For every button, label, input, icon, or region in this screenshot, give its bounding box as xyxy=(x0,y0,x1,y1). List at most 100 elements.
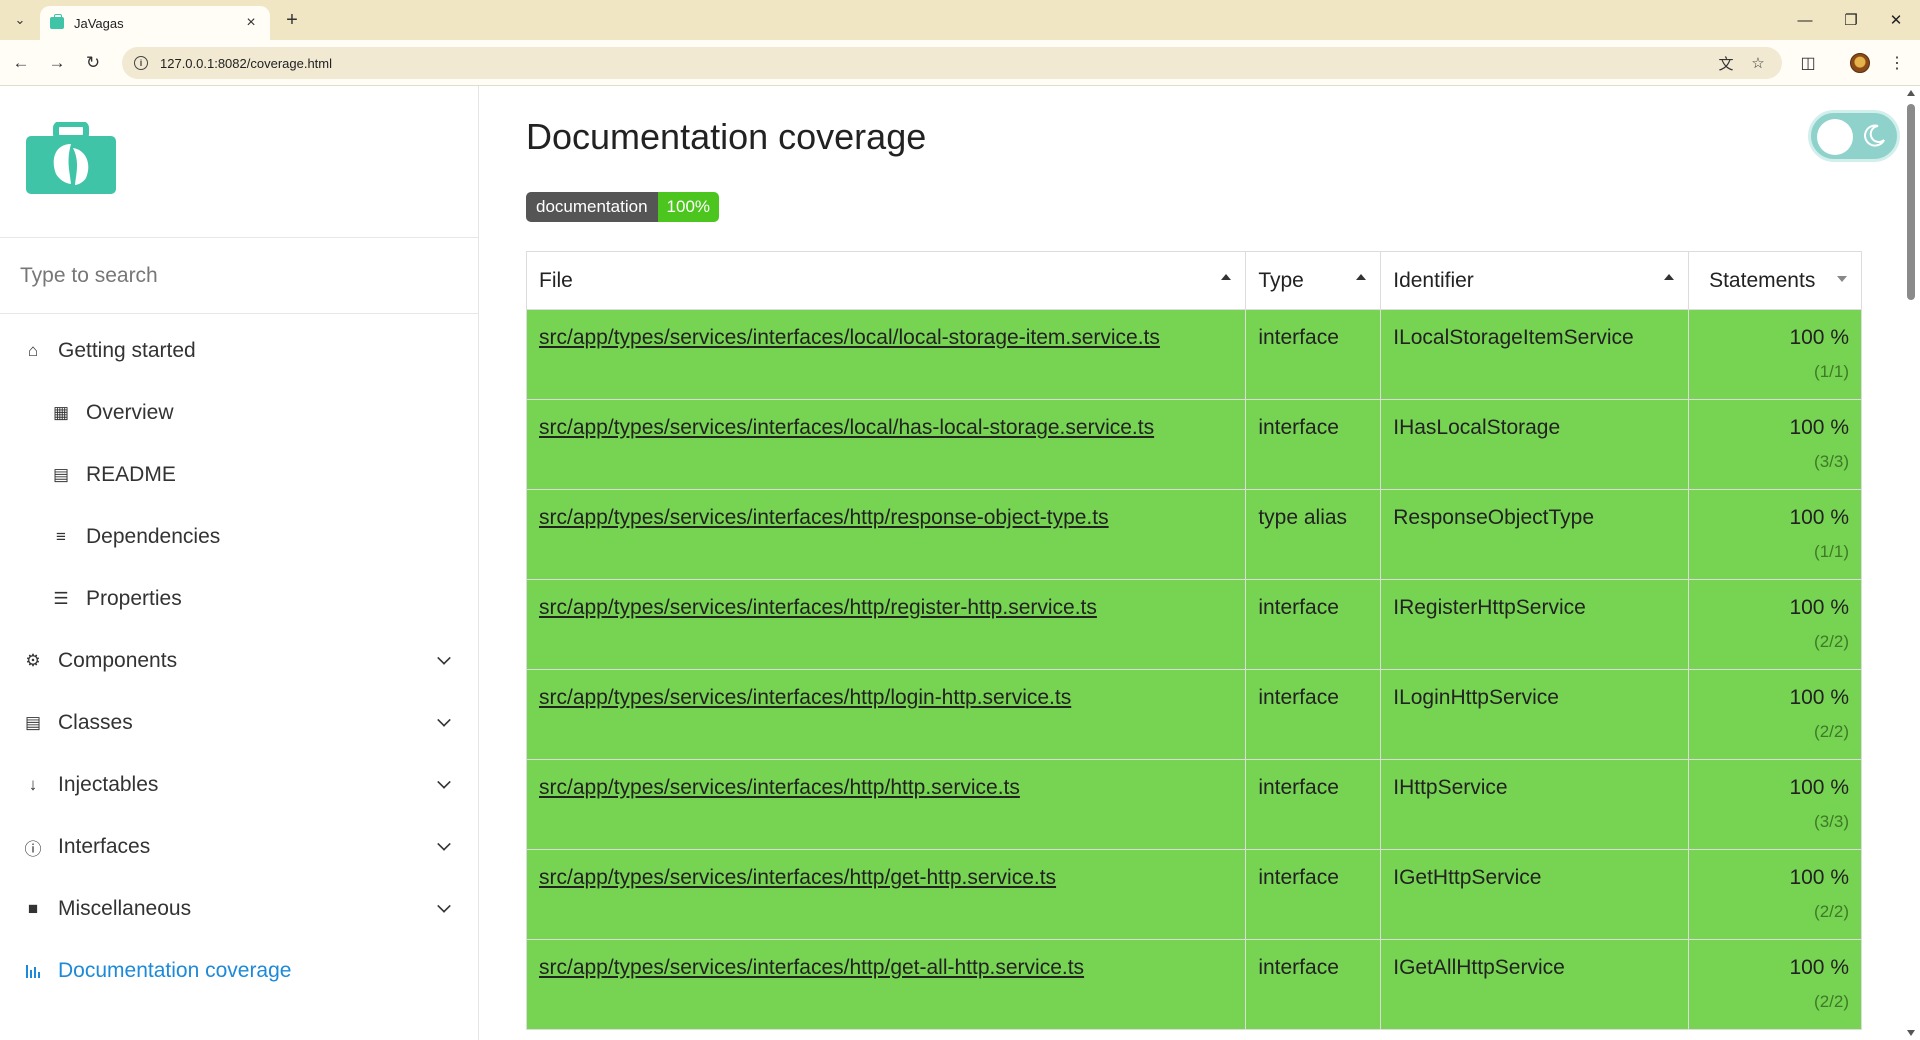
kebab-menu-icon[interactable]: ⋮ xyxy=(1884,50,1910,76)
file-link[interactable]: src/app/types/services/interfaces/local/… xyxy=(539,326,1160,349)
chevron-down-icon[interactable] xyxy=(437,713,451,727)
cell-identifier: IHttpService xyxy=(1380,759,1690,850)
statements-ratio: (3/3) xyxy=(1814,452,1849,471)
cell-identifier: IGetHttpService xyxy=(1380,849,1690,940)
sidebar-item-label: Interfaces xyxy=(58,835,151,858)
cell-statements: 100 % (3/3) xyxy=(1688,399,1862,490)
file-link[interactable]: src/app/types/services/interfaces/http/r… xyxy=(539,596,1097,619)
puzzle-icon[interactable]: ◫ xyxy=(1795,50,1821,76)
chevron-down-icon[interactable]: ⌄ xyxy=(8,9,32,31)
sidebar-item-properties[interactable]: ☰ Properties xyxy=(0,568,478,630)
sort-icon[interactable] xyxy=(1221,274,1232,280)
cell-identifier: ResponseObjectType xyxy=(1380,489,1690,580)
back-arrow-icon[interactable]: ← xyxy=(8,50,34,76)
forward-arrow-icon[interactable]: → xyxy=(44,50,70,76)
statements-percent: 100 % xyxy=(1789,866,1849,889)
file-link[interactable]: src/app/types/services/interfaces/http/g… xyxy=(539,866,1056,889)
sidebar-item-label: Overview xyxy=(86,401,174,424)
cell-identifier: IGetAllHttpService xyxy=(1380,939,1690,1030)
arrow-down-icon: ↓ xyxy=(28,775,38,794)
cell-type: interface xyxy=(1245,759,1382,850)
briefcase-leaf-logo[interactable] xyxy=(26,122,116,194)
file-link[interactable]: src/app/types/services/interfaces/http/h… xyxy=(539,776,1020,799)
statements-ratio: (1/1) xyxy=(1814,362,1849,381)
url-text[interactable]: 127.0.0.1:8082/coverage.html xyxy=(160,56,332,71)
sidebar-item-overview[interactable]: ▦ Overview xyxy=(0,382,478,444)
theme-toggle[interactable] xyxy=(1808,110,1900,162)
file-link[interactable]: src/app/types/services/interfaces/http/l… xyxy=(539,686,1071,709)
chevron-down-icon[interactable] xyxy=(437,651,451,665)
file-link[interactable]: src/app/types/services/interfaces/http/r… xyxy=(539,506,1109,529)
search-area xyxy=(0,238,478,314)
plus-icon[interactable]: + xyxy=(280,8,304,32)
cell-statements: 100 % (2/2) xyxy=(1688,579,1862,670)
column-header-identifier[interactable]: Identifier xyxy=(1380,251,1690,310)
statements-percent: 100 % xyxy=(1789,596,1849,619)
cell-identifier: ILoginHttpService xyxy=(1380,669,1690,760)
restore-icon[interactable]: ❐ xyxy=(1836,6,1866,34)
logo-area xyxy=(0,86,478,238)
table-row: src/app/types/services/interfaces/http/r… xyxy=(525,489,1862,580)
sidebar-item-label: Classes xyxy=(58,711,133,734)
chevron-down-icon[interactable] xyxy=(437,775,451,789)
browser-tab[interactable]: JaVagas × xyxy=(40,6,270,40)
sidebar-item-components[interactable]: ⚙ Components xyxy=(0,630,478,692)
cell-type: interface xyxy=(1245,669,1382,760)
sidebar-item-classes[interactable]: ▤ Classes xyxy=(0,692,478,754)
sort-icon[interactable] xyxy=(1356,274,1367,280)
chevron-down-icon[interactable] xyxy=(437,837,451,851)
browser-chrome: ⌄ JaVagas × + — ❐ ✕ ← → ↻ i 127.0.0.1:80… xyxy=(0,0,1920,86)
info-icon: ⓘ xyxy=(24,839,42,859)
sidebar-menu: ⌂ Getting started ▦ Overview ▤ README ≡ … xyxy=(0,314,478,1002)
sidebar-item-readme[interactable]: ▤ README xyxy=(0,444,478,506)
cell-type: interface xyxy=(1245,579,1382,670)
sidebar-item-injectables[interactable]: ↓ Injectables xyxy=(0,754,478,816)
sort-icon[interactable] xyxy=(1837,276,1847,282)
scroll-up-icon[interactable] xyxy=(1907,90,1915,96)
column-header-file[interactable]: File xyxy=(525,251,1247,310)
info-icon[interactable]: i xyxy=(134,56,148,70)
sort-icon[interactable] xyxy=(1664,274,1675,280)
statements-ratio: (2/2) xyxy=(1814,992,1849,1011)
cell-statements: 100 % (2/2) xyxy=(1688,669,1862,760)
moon-icon xyxy=(1864,124,1885,147)
main-content: Documentation coverage documentation 100… xyxy=(480,86,1902,1040)
badge-value: 100% xyxy=(657,192,720,222)
scrollbar-thumb[interactable] xyxy=(1907,104,1915,300)
sidebar-item-dependencies[interactable]: ≡ Dependencies xyxy=(0,506,478,568)
sidebar-item-label: Miscellaneous xyxy=(58,897,192,920)
cell-statements: 100 % (2/2) xyxy=(1688,849,1862,940)
translate-icon[interactable]: 文 xyxy=(1714,51,1738,75)
column-header-type[interactable]: Type xyxy=(1245,251,1382,310)
table-row: src/app/types/services/interfaces/http/h… xyxy=(525,759,1862,850)
chevron-down-icon[interactable] xyxy=(437,899,451,913)
sidebar-item-documentation-coverage[interactable]: Documentation coverage xyxy=(0,940,478,1002)
file-link[interactable]: src/app/types/services/interfaces/local/… xyxy=(539,416,1154,439)
cell-identifier: ILocalStorageItemService xyxy=(1380,309,1690,400)
sidebar-item-interfaces[interactable]: ⓘ Interfaces xyxy=(0,816,478,878)
search-input[interactable] xyxy=(20,263,440,288)
coverage-table: File Type Identifier Statements src/app/… xyxy=(525,251,1862,1030)
file-link[interactable]: src/app/types/services/interfaces/http/g… xyxy=(539,956,1084,979)
cell-file: src/app/types/services/interfaces/http/g… xyxy=(525,849,1247,940)
scroll-down-icon[interactable] xyxy=(1907,1030,1915,1036)
tab-strip: ⌄ JaVagas × + — ❐ ✕ xyxy=(0,0,1920,40)
reload-icon[interactable]: ↻ xyxy=(80,50,106,76)
statements-ratio: (2/2) xyxy=(1814,722,1849,741)
avatar[interactable] xyxy=(1847,50,1873,76)
statements-percent: 100 % xyxy=(1789,956,1849,979)
address-bar[interactable]: i 127.0.0.1:8082/coverage.html 文 ☆ xyxy=(122,47,1782,79)
sidebar-item-label: README xyxy=(86,463,176,486)
minimize-icon[interactable]: — xyxy=(1790,6,1820,34)
sidebar-item-getting-started[interactable]: ⌂ Getting started xyxy=(0,320,478,382)
column-header-label: Identifier xyxy=(1393,268,1474,292)
sidebar-item-miscellaneous[interactable]: ■ Miscellaneous xyxy=(0,878,478,940)
sidebar-item-label: Components xyxy=(58,649,178,672)
sidebar-item-label: Dependencies xyxy=(86,525,221,548)
column-header-statements[interactable]: Statements xyxy=(1688,251,1862,310)
page-scrollbar[interactable] xyxy=(1902,86,1920,1040)
coverage-badge: documentation 100% xyxy=(526,192,720,222)
close-icon[interactable]: × xyxy=(242,14,260,32)
star-icon[interactable]: ☆ xyxy=(1746,51,1770,75)
close-window-icon[interactable]: ✕ xyxy=(1881,6,1911,34)
